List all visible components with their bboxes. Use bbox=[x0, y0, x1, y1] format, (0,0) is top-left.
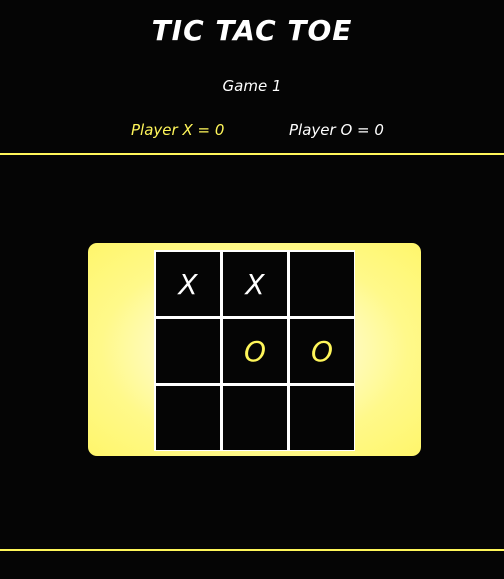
board-cell-6[interactable]: O bbox=[290, 319, 354, 383]
game-title: TIC TAC TOE bbox=[151, 14, 353, 47]
board-cell-8[interactable] bbox=[223, 386, 287, 450]
game-page: TIC TAC TOE Game 1 Player X = 0 Player O… bbox=[0, 0, 504, 579]
board-cell-3[interactable] bbox=[290, 252, 354, 316]
board-cell-7[interactable] bbox=[156, 386, 220, 450]
board-cell-5[interactable]: O bbox=[223, 319, 287, 383]
game-board: X X O O bbox=[154, 250, 355, 451]
game-number-label: Game 1 bbox=[222, 77, 282, 95]
player-x-score: Player X = 0 bbox=[131, 121, 225, 139]
board-cell-1[interactable]: X bbox=[156, 252, 220, 316]
player-o-score: Player O = 0 bbox=[289, 121, 384, 139]
bottom-divider bbox=[0, 549, 504, 551]
top-divider bbox=[0, 153, 504, 155]
board-cell-2[interactable]: X bbox=[223, 252, 287, 316]
board-cell-4[interactable] bbox=[156, 319, 220, 383]
board-cell-9[interactable] bbox=[290, 386, 354, 450]
